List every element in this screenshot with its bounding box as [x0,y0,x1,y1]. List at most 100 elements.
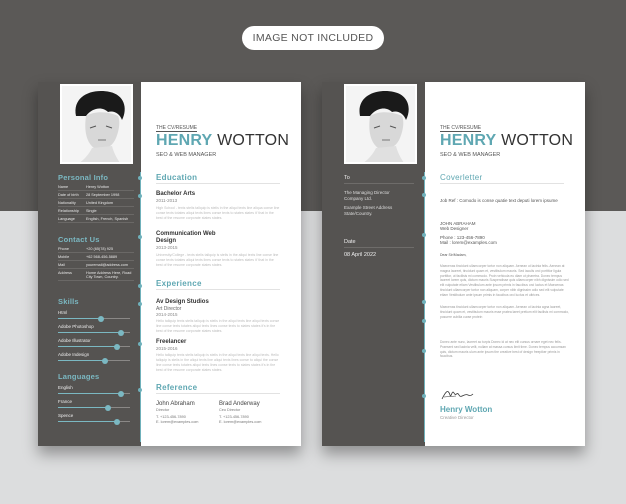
personal-info-row: Name Henry Wotton [58,185,134,191]
resume-name: HENRY WOTTON [156,132,289,150]
experience-title: Experience [156,279,202,288]
skill-level-knob [118,390,125,397]
reference-name: Brad Anderway [219,401,260,407]
education-item-date: 2011-2013 [156,198,178,203]
personal-info-row: Language English, French, Spanish [58,217,134,223]
salutation: Dear Sir/Madam, [440,253,467,257]
timeline-line [424,172,425,442]
reference-phone: T. +123-456-7890 [219,415,249,419]
languages-title: Languages [58,372,100,381]
timeline-dot [138,235,142,239]
skill-level-fill [58,407,109,408]
resume-pretitle: THE CV/RESUME [156,125,198,132]
profile-photo [60,84,133,164]
skill-level-bar [58,315,130,322]
skill-label: France [58,399,73,404]
personal-info-row: Nationality United Kingdom [58,201,134,207]
education-item-title: Communication Web Design [156,231,216,244]
last-name: WOTTON [501,132,574,149]
education-item-date: 2013-2015 [156,245,178,250]
reference-name: John Abraham [156,401,195,407]
reference-email: E. lorem@examples.com [156,420,199,424]
skill-level-bar [58,390,130,397]
timeline-dot [138,284,142,288]
skill-label: Spence [58,413,74,418]
letter-paragraph: Maecenas tincidunt ullamcorper tortor no… [440,264,569,297]
timeline-dot [422,319,426,323]
letter-paragraph: Donec ante nunc, laoreet ac turpis Donec… [440,340,566,359]
skill-label: Html [58,310,68,315]
skill-level-knob [105,404,112,411]
cover-letter-page: THE CV/RESUME HENRY WOTTON SEO & WEB MAN… [322,82,585,446]
skill-label: Adobe Photoshop [58,324,94,329]
skill-level-bar [58,357,130,364]
profile-photo [344,84,417,164]
reference-role: Ceo Director [219,408,241,412]
education-item-desc: High School - texts stelis tallquip is s… [156,206,280,220]
date-value: 08 April 2022 [344,252,377,258]
skill-level-bar [58,404,130,411]
to-label: To [344,175,350,181]
personal-info-title: Personal Info [58,173,109,182]
section-divider [440,183,564,184]
experience-item-date: 2015-2016 [156,346,178,351]
timeline-dot [422,233,426,237]
section-divider [156,183,280,184]
contact-row: Address Home Address Here, Road City Town… [58,271,134,281]
date-label: Date [344,239,356,245]
skill-level-fill [58,346,118,347]
education-item-desc: University/College - texts stelis tallqu… [156,253,279,267]
resume-role: SEO & WEB MANAGER [156,152,217,158]
contact-row: Mobile +62 568-456-5889 [58,255,134,261]
experience-item-title: Av Design Studios [156,299,209,305]
skill-level-bar [58,329,130,336]
experience-item-desc: Hello tallquip texts stelis tallquip is … [156,353,279,372]
skill-level-fill [58,421,118,422]
reference-title: Reference [156,383,198,392]
education-title: Education [156,173,198,182]
timeline-dot [422,193,426,197]
signature-role: Creative Director [440,415,474,420]
contact-title: Contact Us [58,235,100,244]
experience-item-title: Freelancer [156,339,187,345]
to-line: The Managing Director [344,190,390,195]
signature-name: Henry Wotton [440,405,493,414]
coverletter-title: Coverletter [440,173,483,182]
timeline-dot [138,176,142,180]
divider [344,247,414,248]
cover-pretitle: THE CV/RESUME [440,125,482,132]
skill-level-bar [58,418,130,425]
skill-level-knob [118,329,125,336]
education-item-title: Bachelor Arts [156,191,196,197]
skill-level-fill [58,332,122,333]
address-line: Example Street Address [344,205,393,210]
skill-level-knob [101,357,108,364]
contact-row: Mail youremail@address.com [58,263,134,269]
skill-level-fill [58,393,122,394]
experience-item-desc: Hello tallquip texts stelis tallquip is … [156,319,280,333]
skills-title: Skills [58,297,79,306]
section-divider [156,393,280,394]
skill-level-knob [98,315,105,322]
cover-role: SEO & WEB MANAGER [440,152,501,158]
timeline-dot [138,194,142,198]
reference-email: E. lorem@examples.com [219,420,262,424]
personal-info-row: Relationship Single [58,209,134,215]
timeline-dot [138,302,142,306]
timeline-dot [422,394,426,398]
timeline-dot [422,300,426,304]
skill-level-knob [114,343,121,350]
letter-paragraph: Maecenas tincidunt ullamcorper tortor no… [440,305,569,319]
skill-label: Adobe Illustrator [58,338,91,343]
timeline-dot [138,342,142,346]
resume-page: THE CV/RESUME HENRY WOTTON SEO & WEB MAN… [38,82,301,446]
first-name: HENRY [156,132,213,149]
timeline-dot [138,388,142,392]
timeline-dot [422,176,426,180]
section-divider [156,289,280,290]
recipient-role: Web Designer [440,226,469,231]
reference-role: Director [156,408,170,412]
address-line: State/Country. [344,211,373,216]
experience-item-date: 2014-2015 [156,312,178,317]
cover-name: HENRY WOTTON [440,132,573,150]
